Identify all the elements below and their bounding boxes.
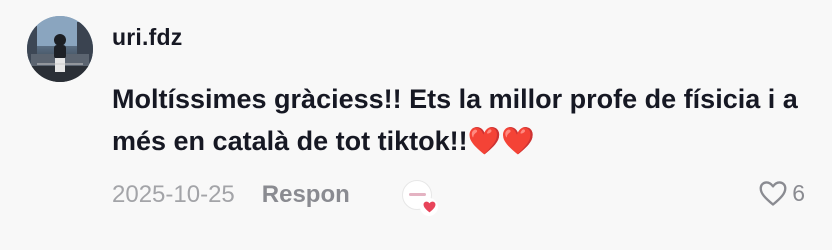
avatar-photo-icon [27, 16, 93, 82]
user-avatar[interactable] [27, 16, 93, 82]
heart-outline-icon[interactable] [758, 180, 788, 207]
like-count: 6 [792, 180, 805, 206]
comment-username[interactable]: uri.fdz [112, 24, 182, 51]
comment-meta: 2025-10-25 Respon [112, 178, 350, 212]
small-heart-icon [420, 198, 438, 216]
comment-date: 2025-10-25 [112, 181, 235, 208]
reply-button[interactable]: Respon [262, 181, 350, 209]
comment-text: Moltíssimes gràciess!! Ets la millor pro… [112, 84, 798, 156]
like-button[interactable]: 6 [758, 180, 805, 207]
creator-liked-badge [402, 180, 438, 216]
comment-item: uri.fdz Moltíssimes gràciess!! Ets la mi… [0, 0, 832, 250]
